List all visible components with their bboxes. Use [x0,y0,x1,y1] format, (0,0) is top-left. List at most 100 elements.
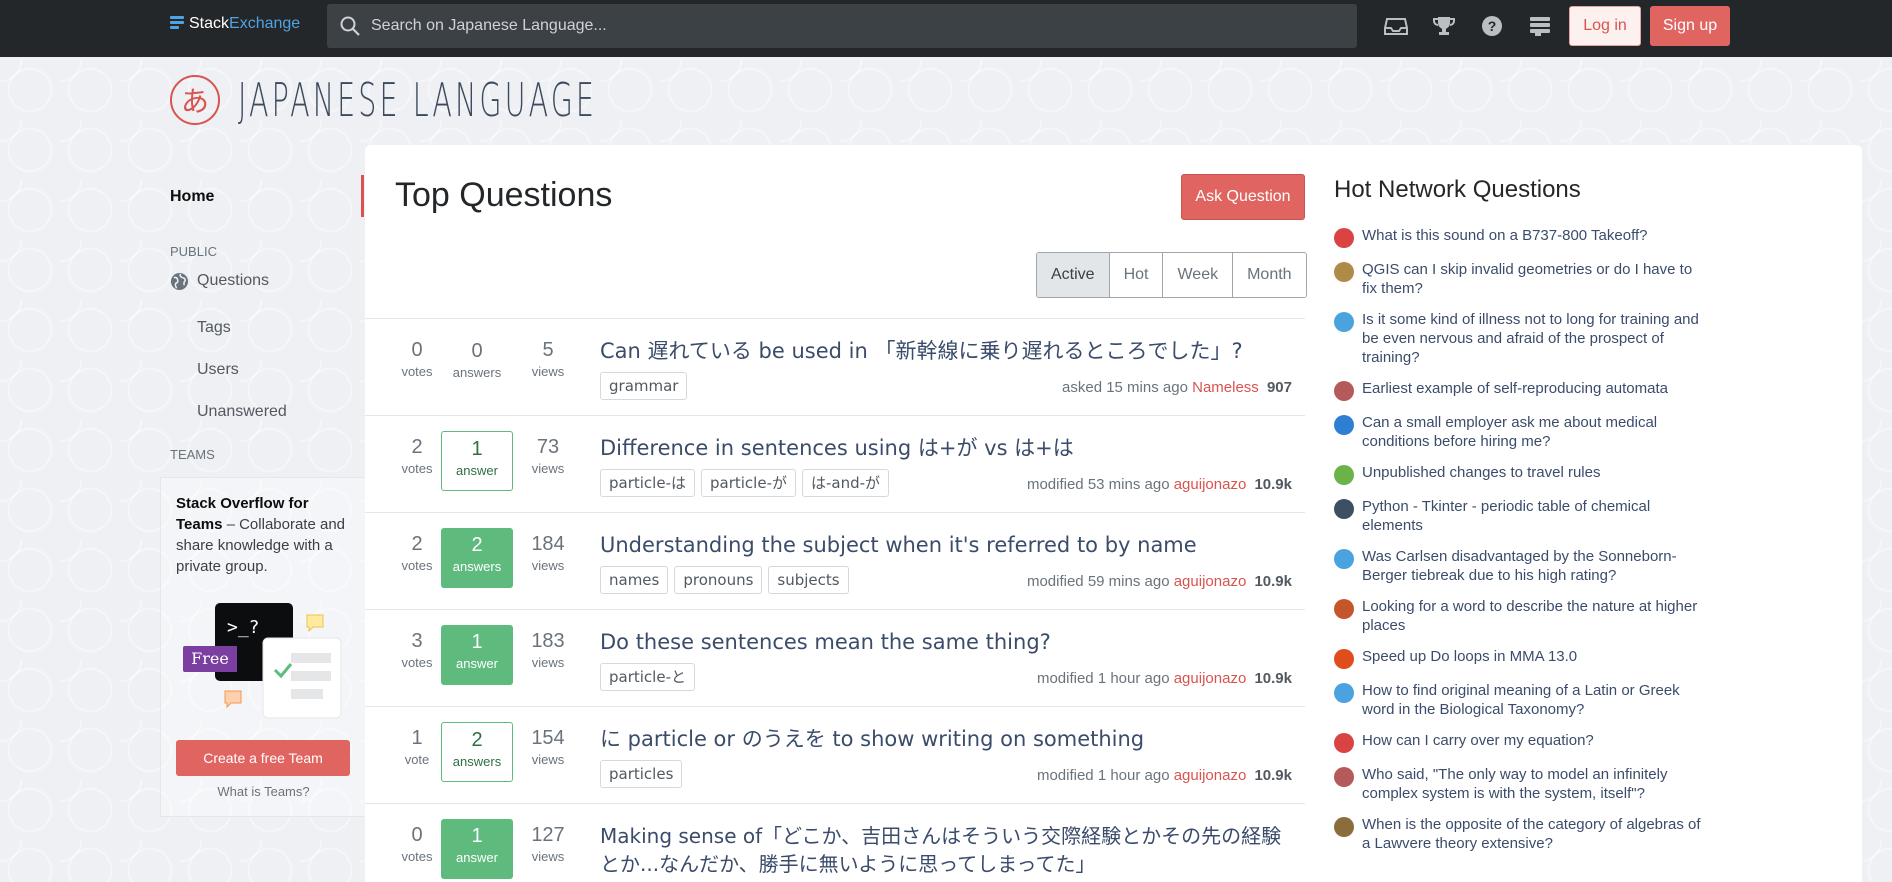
question-tag[interactable]: names [600,566,669,594]
question-filter-tabs: Active Hot Week Month [1036,252,1307,298]
hot-network-question-link[interactable]: Earliest example of self-reproducing aut… [1362,379,1668,398]
globe-icon [170,272,189,291]
question-title-link[interactable]: Making sense of「どこか、吉田さんはそういう交際経験とかその先の経… [600,822,1300,878]
hot-network-question-link[interactable]: Python - Tkinter - periodic table of che… [1362,497,1704,535]
question-user[interactable]: Nameless [1192,379,1259,396]
hot-network-item: Earliest example of self-reproducing aut… [1334,379,1704,401]
question-title-link[interactable]: に particle or のうえを to show writing on so… [600,725,1300,753]
hot-network-question-link[interactable]: Unpublished changes to travel rules [1362,463,1600,482]
hot-network-question-link[interactable]: Looking for a word to describe the natur… [1362,597,1704,635]
question-title-link[interactable]: Can 遅れている be used in 「新幹線に乗り遅れるところでした」? [600,337,1300,365]
hot-network-question-link[interactable]: Can a small employer ask me about medica… [1362,413,1704,451]
question-tag[interactable]: particle-と [600,663,695,691]
question-activity: asked 15 mins ago [1062,379,1188,396]
nav-section-teams: TEAMS [170,447,215,462]
question-user[interactable]: aguijonazo [1174,670,1247,687]
hot-network-item: QGIS can I skip invalid geometries or do… [1334,260,1704,298]
page-title: Top Questions [395,176,613,214]
signup-button[interactable]: Sign up [1650,6,1730,46]
search-box[interactable] [327,4,1357,48]
aviation-site-icon [1334,228,1354,248]
login-button[interactable]: Log in [1569,6,1641,46]
question-tags: particle-と [600,663,695,691]
hot-network-question-link[interactable]: When is the opposite of the category of … [1362,815,1704,853]
answer-count: 0 answers [441,334,513,394]
hot-network-question-link[interactable]: How can I carry over my equation? [1362,731,1594,750]
question-summary: 0 votes 0 answers 5 views Can 遅れている be u… [365,319,1305,416]
question-tag[interactable]: particle-は [600,469,695,497]
answer-number: 2 [471,534,483,556]
site-switcher-icon[interactable] [1528,14,1552,38]
question-user[interactable]: aguijonazo [1174,573,1247,590]
hot-network-question-link[interactable]: Is it some kind of illness not to long f… [1362,310,1704,367]
teams-promo: Stack Overflow for Teams – Collaborate a… [160,477,365,817]
question-summary: 2 votes 2 answers 184 views Understandin… [365,513,1305,610]
trophy-icon[interactable] [1432,14,1456,38]
filter-active[interactable]: Active [1037,253,1109,297]
question-tags: particles [600,760,683,788]
what-is-teams-link[interactable]: What is Teams? [161,784,366,799]
nav-unanswered[interactable]: Unanswered [160,391,365,433]
question-tag[interactable]: は-and-が [802,469,890,497]
question-tags: grammar [600,372,688,400]
question-tag[interactable]: particle-が [701,469,796,497]
view-count: 154 views [513,725,583,769]
answer-count: 1 answer [441,819,513,879]
user-reputation: 10.9k [1254,476,1292,493]
view-count: 127 views [513,822,583,866]
question-user[interactable]: aguijonazo [1174,476,1247,493]
answer-number: 1 [471,438,483,460]
stackexchange-logo[interactable]: Stack Exchange [170,15,300,33]
search-input[interactable] [371,17,1271,35]
answer-label: answer [456,463,498,478]
create-team-button[interactable]: Create a free Team [176,740,350,776]
question-tags: particle-は particle-が は-and-が [600,469,890,497]
nav-users[interactable]: Users [160,349,365,391]
hot-network-question-link[interactable]: Was Carlsen disadvantaged by the Sonnebo… [1362,547,1704,585]
nav-home[interactable]: Home [160,180,365,214]
filter-hot[interactable]: Hot [1108,253,1163,297]
nav-questions-label: Questions [197,272,270,289]
hot-network-item: Unpublished changes to travel rules [1334,463,1704,485]
question-title-link[interactable]: Difference in sentences using は+が vs は+は [600,434,1300,462]
nav-section-public: PUBLIC [170,244,217,259]
hot-network-item: How can I carry over my equation? [1334,731,1704,753]
answer-number: 1 [471,825,483,847]
question-user[interactable]: aguijonazo [1174,767,1247,784]
chess-site-icon [1334,549,1354,569]
hot-network-question-link[interactable]: What is this sound on a B737-800 Takeoff… [1362,226,1647,245]
user-reputation: 10.9k [1254,573,1292,590]
question-title-link[interactable]: Do these sentences mean the same thing? [600,628,1300,656]
nav-tags[interactable]: Tags [160,307,365,349]
inbox-icon[interactable] [1384,14,1408,38]
mathoverflow-site-icon [1334,817,1354,837]
hot-network-item: Can a small employer ask me about medica… [1334,413,1704,451]
hot-network-question-link[interactable]: Speed up Do loops in MMA 13.0 [1362,647,1577,666]
question-meta: modified 1 hour ago aguijonazo 10.9k [1037,767,1292,784]
site-logo[interactable]: あ JAPANESE LANGUAGE [170,75,817,125]
hot-network-question-link[interactable]: Who said, "The only way to model an infi… [1362,765,1704,803]
help-icon[interactable]: ? [1480,14,1504,38]
view-number: 184 [531,533,565,555]
ask-question-button[interactable]: Ask Question [1181,174,1305,220]
question-tag[interactable]: subjects [768,566,849,594]
view-label: views [531,849,565,864]
answer-count: 2 answers [441,722,513,782]
nav-questions[interactable]: Questions [160,265,365,297]
hot-network-question-link[interactable]: How to find original meaning of a Latin … [1362,681,1704,719]
philosophy-site-icon [1334,767,1354,787]
fitness-site-icon [1334,312,1354,332]
question-tag[interactable]: pronouns [674,566,763,594]
filter-week[interactable]: Week [1162,253,1233,297]
hot-network-question-link[interactable]: QGIS can I skip invalid geometries or do… [1362,260,1704,298]
answer-count: 2 answers [441,528,513,588]
question-tag[interactable]: grammar [600,372,688,400]
view-count: 183 views [513,628,583,672]
question-title-link[interactable]: Understanding the subject when it's refe… [600,531,1300,559]
question-activity: modified 53 mins ago [1026,476,1170,493]
hot-network-item: Looking for a word to describe the natur… [1334,597,1704,635]
question-meta: modified 1 hour ago aguijonazo 10.9k [1037,670,1292,687]
filter-month[interactable]: Month [1232,253,1306,297]
question-summary: 0 votes 1 answer 127 views Making sense … [365,804,1305,882]
question-tag[interactable]: particles [600,760,683,788]
